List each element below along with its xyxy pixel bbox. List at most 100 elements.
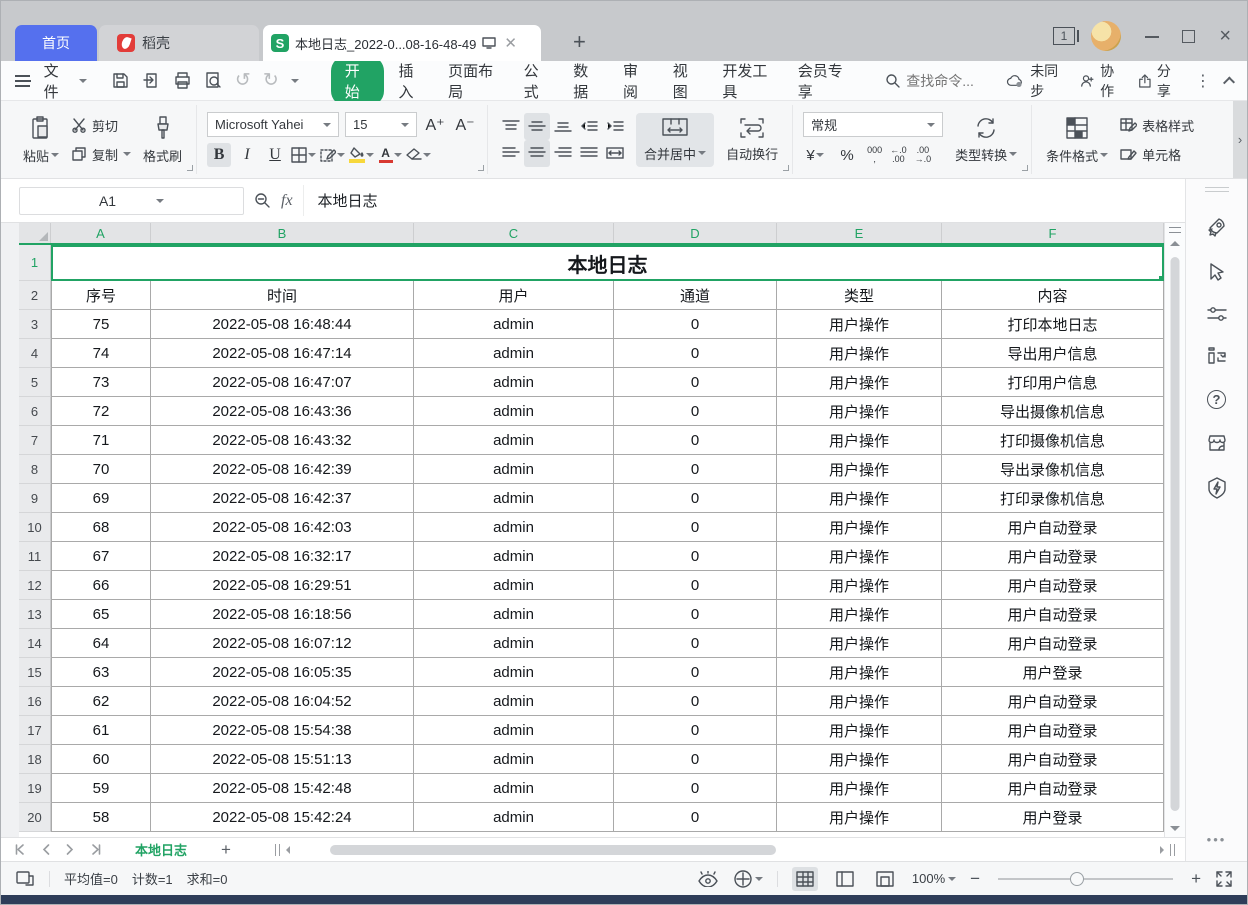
- align-center-button[interactable]: [524, 140, 550, 167]
- copy-button[interactable]: 复制: [71, 145, 131, 164]
- data-cell[interactable]: 74: [51, 339, 151, 368]
- skill-shop-icon[interactable]: [1206, 433, 1228, 453]
- data-cell[interactable]: 用户操作: [777, 687, 942, 716]
- data-cell[interactable]: 导出录像机信息: [942, 455, 1164, 484]
- print-preview-icon[interactable]: [204, 71, 223, 90]
- page-break-view-button[interactable]: [872, 867, 898, 891]
- close-document-icon[interactable]: ✕: [504, 34, 517, 52]
- page-layout-view-button[interactable]: [832, 867, 858, 891]
- zoom-level-select[interactable]: 100%: [912, 871, 956, 886]
- data-cell[interactable]: admin: [414, 803, 614, 832]
- data-cell[interactable]: 61: [51, 716, 151, 745]
- eye-protect-icon[interactable]: [697, 871, 719, 887]
- align-bottom-button[interactable]: [550, 113, 576, 140]
- data-cell[interactable]: 2022-05-08 16:04:52: [151, 687, 414, 716]
- formula-content[interactable]: 本地日志: [303, 185, 1175, 216]
- row-number[interactable]: 7: [19, 426, 51, 455]
- currency-button[interactable]: ¥: [803, 143, 827, 167]
- normal-view-button[interactable]: [792, 867, 818, 891]
- header-cell[interactable]: 时间: [151, 281, 414, 310]
- tab-home[interactable]: 首页: [15, 25, 97, 61]
- data-cell[interactable]: admin: [414, 368, 614, 397]
- data-cell[interactable]: 2022-05-08 16:42:39: [151, 455, 414, 484]
- header-cell[interactable]: 序号: [51, 281, 151, 310]
- sidebar-more-icon[interactable]: •••: [1207, 832, 1227, 847]
- row-number[interactable]: 14: [19, 629, 51, 658]
- row-number[interactable]: 17: [19, 716, 51, 745]
- help-icon[interactable]: ?: [1207, 390, 1226, 409]
- data-cell[interactable]: 66: [51, 571, 151, 600]
- zoom-slider[interactable]: [998, 878, 1173, 880]
- rocket-icon[interactable]: [1206, 216, 1228, 238]
- cell-format-button[interactable]: 单元格: [1120, 145, 1194, 164]
- menu-tab-1[interactable]: 插入: [388, 56, 434, 106]
- align-left-button[interactable]: [498, 140, 524, 167]
- cursor-select-icon[interactable]: [1207, 262, 1227, 282]
- data-cell[interactable]: admin: [414, 484, 614, 513]
- data-cell[interactable]: 2022-05-08 16:43:36: [151, 397, 414, 426]
- merged-title-cell[interactable]: 本地日志: [51, 245, 1164, 281]
- header-cell[interactable]: 通道: [614, 281, 777, 310]
- data-cell[interactable]: 2022-05-08 16:47:07: [151, 368, 414, 397]
- data-cell[interactable]: admin: [414, 716, 614, 745]
- data-cell[interactable]: 导出用户信息: [942, 339, 1164, 368]
- data-cell[interactable]: 2022-05-08 16:48:44: [151, 310, 414, 339]
- font-size-select[interactable]: 15: [345, 112, 417, 137]
- name-box[interactable]: A1: [19, 187, 244, 215]
- header-cell[interactable]: 用户: [414, 281, 614, 310]
- ribbon-scroll-right-button[interactable]: ›: [1233, 101, 1247, 178]
- data-cell[interactable]: 用户登录: [942, 803, 1164, 832]
- decrease-font-button[interactable]: A⁻: [453, 113, 477, 137]
- wrap-text-button[interactable]: 自动换行: [722, 115, 782, 165]
- undo-icon[interactable]: ↺: [235, 69, 251, 92]
- export-icon[interactable]: [142, 71, 161, 90]
- data-cell[interactable]: 70: [51, 455, 151, 484]
- row-number[interactable]: 6: [19, 397, 51, 426]
- data-cell[interactable]: 用户操作: [777, 339, 942, 368]
- cut-button[interactable]: 剪切: [71, 116, 131, 135]
- zoom-formula-icon[interactable]: [254, 192, 271, 209]
- data-cell[interactable]: 2022-05-08 15:42:48: [151, 774, 414, 803]
- font-color-button[interactable]: A: [378, 143, 402, 167]
- data-cell[interactable]: admin: [414, 513, 614, 542]
- number-format-select[interactable]: 常规: [803, 112, 943, 137]
- select-all-corner[interactable]: [19, 223, 51, 243]
- data-cell[interactable]: 67: [51, 542, 151, 571]
- menu-tab-4[interactable]: 数据: [563, 56, 609, 106]
- row-number[interactable]: 19: [19, 774, 51, 803]
- borders-button[interactable]: [291, 143, 316, 167]
- merge-center-button[interactable]: 合并居中: [636, 113, 714, 167]
- draw-border-button[interactable]: [320, 143, 345, 167]
- row-number[interactable]: 10: [19, 513, 51, 542]
- data-cell[interactable]: 用户操作: [777, 571, 942, 600]
- data-cell[interactable]: admin: [414, 658, 614, 687]
- data-cell[interactable]: admin: [414, 426, 614, 455]
- data-cell[interactable]: admin: [414, 339, 614, 368]
- data-cell[interactable]: 0: [614, 513, 777, 542]
- search-input[interactable]: [906, 73, 998, 89]
- data-cell[interactable]: 用户操作: [777, 542, 942, 571]
- align-middle-button[interactable]: [524, 113, 550, 140]
- percent-button[interactable]: %: [835, 143, 859, 167]
- row-number[interactable]: 20: [19, 803, 51, 832]
- align-top-button[interactable]: [498, 113, 524, 140]
- data-cell[interactable]: 用户操作: [777, 397, 942, 426]
- data-cell[interactable]: 用户操作: [777, 803, 942, 832]
- row-number[interactable]: 1: [19, 245, 51, 281]
- data-cell[interactable]: 用户自动登录: [942, 745, 1164, 774]
- row-number[interactable]: 4: [19, 339, 51, 368]
- collapse-ribbon-icon[interactable]: [1223, 76, 1235, 88]
- print-icon[interactable]: [173, 71, 192, 90]
- hscroll-right-grip[interactable]: [1170, 844, 1175, 856]
- new-tab-button[interactable]: +: [573, 29, 586, 55]
- extract-content-icon[interactable]: [15, 870, 35, 887]
- fill-color-button[interactable]: [349, 143, 374, 167]
- paste-convert-icon[interactable]: [1207, 346, 1227, 366]
- data-cell[interactable]: 0: [614, 803, 777, 832]
- menu-tab-6[interactable]: 视图: [663, 56, 709, 106]
- data-cell[interactable]: 用户操作: [777, 774, 942, 803]
- row-number[interactable]: 12: [19, 571, 51, 600]
- data-cell[interactable]: 0: [614, 571, 777, 600]
- row-number[interactable]: 5: [19, 368, 51, 397]
- data-cell[interactable]: 0: [614, 629, 777, 658]
